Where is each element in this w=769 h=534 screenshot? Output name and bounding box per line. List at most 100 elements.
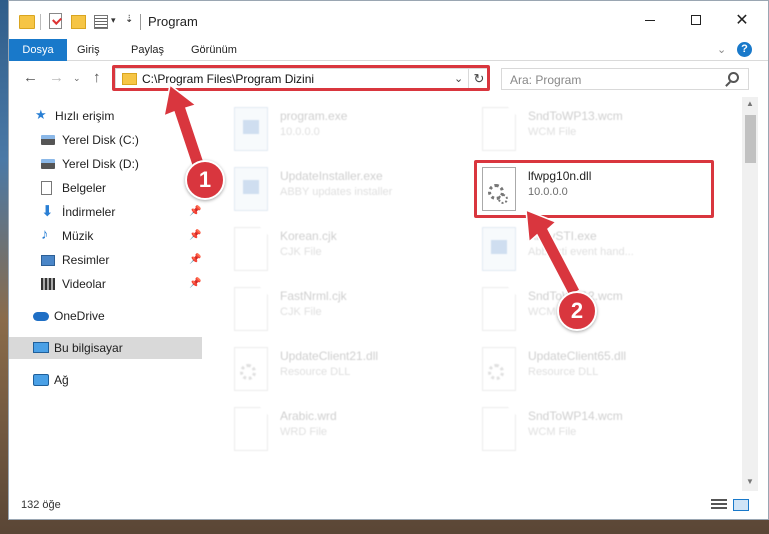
maximize-button[interactable] <box>673 1 719 39</box>
file-item[interactable]: UpdateInstaller.exe ABBY updates install… <box>214 161 454 221</box>
file-icon <box>234 407 268 451</box>
file-icon <box>482 287 516 331</box>
file-subtitle: WCM File <box>528 426 577 438</box>
file-subtitle: 10.0.0.0 <box>280 126 320 138</box>
close-button[interactable]: ✕ <box>719 1 765 39</box>
file-item[interactable]: SndToWP13.wcm WCM File <box>462 101 702 161</box>
file-subtitle: WRD File <box>280 426 328 438</box>
expand-ribbon-icon[interactable]: ⌄ <box>717 43 726 56</box>
folder-icon <box>19 15 35 29</box>
pin-icon[interactable]: 📌 <box>189 278 201 289</box>
scroll-down-icon[interactable]: ▼ <box>746 477 754 486</box>
file-item[interactable]: Arabic.wrd WRD File <box>214 401 454 461</box>
music-icon: ♪ <box>41 226 49 243</box>
tab-file[interactable]: Dosya <box>9 39 67 61</box>
sidebar-item-label: OneDrive <box>54 309 105 323</box>
sidebar-item-quick-access[interactable]: ★ Hızlı erişim <box>9 105 202 127</box>
sidebar-item-onedrive[interactable]: OneDrive <box>9 305 202 327</box>
status-bar: 132 öğe <box>9 491 768 519</box>
details-view-icon[interactable] <box>711 499 727 511</box>
cloud-icon <box>33 312 49 321</box>
file-name: UpdateInstaller.exe <box>280 169 383 183</box>
file-name: Arabic.wrd <box>280 409 337 423</box>
navigation-pane: ★ Hızlı erişim Yerel Disk (C:) Yerel Dis… <box>9 97 202 491</box>
recent-locations-icon[interactable]: ⌄ <box>73 73 81 84</box>
disk-icon <box>41 135 55 145</box>
tiles-view-icon[interactable] <box>733 499 749 511</box>
file-name: AbbySTI.exe <box>528 229 597 243</box>
exe-file-icon <box>234 107 268 151</box>
file-item[interactable]: UpdateClient65.dll Resource DLL <box>462 341 702 401</box>
file-item[interactable]: UpdateClient21.dll Resource DLL <box>214 341 454 401</box>
file-item[interactable]: SndToWP14.wcm WCM File <box>462 401 702 461</box>
sidebar-item-label: Resimler <box>62 253 110 267</box>
maximize-icon <box>691 15 701 25</box>
file-name: UpdateClient65.dll <box>528 349 627 363</box>
sidebar-item-videos[interactable]: Videolar 📌 <box>9 273 202 295</box>
help-icon[interactable]: ? <box>737 42 752 57</box>
step-1-badge: 1 <box>185 160 225 200</box>
pin-icon[interactable]: 📌 <box>189 206 201 217</box>
file-item[interactable]: AbbySTI.exe Abby sti event hand... <box>462 221 702 281</box>
file-item[interactable]: FastNrml.cjk CJK File <box>214 281 454 341</box>
back-button[interactable]: ← <box>23 69 38 86</box>
window-title: Program <box>148 14 198 29</box>
new-folder-icon[interactable] <box>71 15 86 29</box>
picture-icon <box>41 255 55 266</box>
sidebar-item-label: Yerel Disk (C:) <box>62 133 139 147</box>
tab-view[interactable]: Görünüm <box>181 39 247 61</box>
sidebar-item-documents[interactable]: Belgeler <box>9 177 202 199</box>
target-file-highlight <box>474 160 714 218</box>
disk-icon <box>41 159 55 169</box>
sidebar-item-local-disk-c[interactable]: Yerel Disk (C:) <box>9 129 202 151</box>
file-name: Korean.cjk <box>280 229 337 243</box>
scrollbar-thumb[interactable] <box>745 115 756 163</box>
tab-share[interactable]: Paylaş <box>121 39 174 61</box>
chevron-down-icon[interactable]: ▾ <box>111 15 116 26</box>
search-placeholder: Ara: Program <box>510 73 582 87</box>
sidebar-item-this-pc[interactable]: Bu bilgisayar <box>9 337 202 359</box>
pin-icon[interactable]: 📌 <box>189 254 201 265</box>
file-icon <box>234 287 268 331</box>
dll-file-icon <box>482 347 516 391</box>
gear-icon <box>240 364 256 380</box>
toolbar-separator <box>40 14 41 30</box>
scroll-up-icon[interactable]: ▲ <box>746 99 754 108</box>
ribbon-tabs: Dosya Giriş Paylaş Görünüm ⌄ ? <box>9 39 768 61</box>
up-button[interactable]: ↑ <box>93 69 101 86</box>
sidebar-item-network[interactable]: Ağ <box>9 369 202 391</box>
file-subtitle: Resource DLL <box>280 366 351 378</box>
properties-list-icon[interactable] <box>94 15 108 29</box>
file-subtitle: WCM File <box>528 126 577 138</box>
search-icon[interactable] <box>728 72 739 83</box>
sidebar-item-local-disk-d[interactable]: Yerel Disk (D:) <box>9 153 202 175</box>
file-subtitle: CJK File <box>280 306 322 318</box>
tab-home[interactable]: Giriş <box>67 39 110 61</box>
sidebar-item-downloads[interactable]: ⬇ İndirmeler 📌 <box>9 201 202 223</box>
vertical-scrollbar[interactable]: ▲ ▼ <box>742 97 758 491</box>
properties-check-icon[interactable] <box>49 13 62 29</box>
forward-button[interactable]: → <box>49 69 64 86</box>
title-separator <box>140 14 141 30</box>
file-name: FastNrml.cjk <box>280 289 347 303</box>
sidebar-item-pictures[interactable]: Resimler 📌 <box>9 249 202 271</box>
file-item[interactable]: Korean.cjk CJK File <box>214 221 454 281</box>
star-icon: ★ <box>35 107 47 122</box>
document-icon <box>41 181 52 195</box>
sidebar-item-label: Ağ <box>54 373 69 387</box>
exe-file-icon <box>482 227 516 271</box>
sidebar-item-music[interactable]: ♪ Müzik 📌 <box>9 225 202 247</box>
minimize-button[interactable] <box>627 1 673 39</box>
download-icon: ⬇ <box>41 203 54 220</box>
sidebar-item-label: Bu bilgisayar <box>54 341 123 355</box>
title-bar: ▾ ⇣ Program ✕ <box>9 1 768 41</box>
search-input[interactable]: Ara: Program <box>501 68 749 90</box>
sidebar-item-label: İndirmeler <box>62 205 116 219</box>
file-item[interactable]: program.exe 10.0.0.0 <box>214 101 454 161</box>
pin-icon[interactable]: 📌 <box>189 230 201 241</box>
item-count: 132 öğe <box>21 499 61 511</box>
file-icon <box>234 227 268 271</box>
file-subtitle: Resource DLL <box>528 366 599 378</box>
file-name: UpdateClient21.dll <box>280 349 379 363</box>
customize-toolbar-icon[interactable]: ⇣ <box>125 14 133 25</box>
